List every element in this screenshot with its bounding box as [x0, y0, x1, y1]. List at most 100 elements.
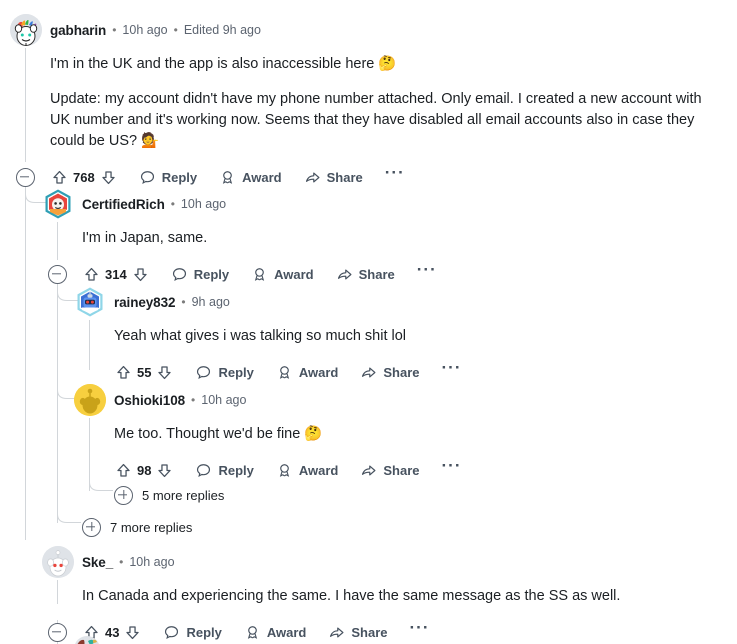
vote-group: 98	[115, 457, 173, 483]
award-label: Award	[274, 266, 314, 282]
collapse-thread-button[interactable]	[48, 264, 67, 284]
comment-paragraph: I'm in Japan, same.	[82, 230, 208, 246]
comment-timestamp: 10h ago	[180, 197, 227, 211]
more-replies-5[interactable]: 5 more replies	[114, 482, 224, 508]
more-replies-7[interactable]: 7 more replies	[82, 514, 192, 540]
share-arrow-icon	[328, 624, 345, 641]
comment-header: Ske_ • 10h ago	[42, 544, 725, 580]
comment-timestamp: 10h ago	[129, 555, 175, 569]
downvote-arrow-icon[interactable]	[100, 169, 117, 186]
thread-line-depth0-lower	[25, 177, 26, 540]
share-arrow-icon	[304, 169, 321, 186]
comment-timestamp: 10h ago	[201, 393, 247, 407]
reply-button[interactable]: Reply	[195, 457, 254, 483]
award-button[interactable]: Award	[276, 457, 338, 483]
comment-paragraph: Me too. Thought we'd be fine 🤔	[114, 426, 323, 442]
overflow-menu-icon[interactable]: ···	[417, 261, 437, 283]
comment-rainey832: rainey832 • 9h ago Yeah what gives i was…	[74, 284, 725, 387]
overflow-menu-icon[interactable]: ···	[385, 164, 405, 186]
reply-label: Reply	[186, 624, 222, 640]
award-label: Award	[266, 624, 307, 640]
upvote-arrow-icon[interactable]	[115, 364, 132, 381]
downvote-arrow-icon[interactable]	[156, 462, 173, 479]
comment-author[interactable]: Oshioki108	[114, 393, 185, 408]
avatar[interactable]	[10, 14, 42, 46]
downvote-arrow-icon[interactable]	[156, 364, 173, 381]
plus-circle-icon[interactable]	[114, 485, 133, 505]
comment-author[interactable]: Ske_	[82, 555, 113, 570]
thread-line-depth1	[57, 222, 58, 260]
thread-line-depth2-oshioki	[89, 418, 90, 491]
award-badge-icon	[244, 624, 261, 641]
avatar-rainey832	[74, 286, 106, 318]
award-badge-icon	[251, 266, 268, 283]
comment-ske: Ske_ • 10h ago In Canada and experiencin…	[42, 544, 725, 644]
comment-author[interactable]: CertifiedRich	[82, 197, 165, 212]
reply-button[interactable]: Reply	[163, 619, 222, 644]
thread-line-depth2-rainey	[89, 320, 90, 370]
reply-label: Reply	[218, 462, 254, 478]
award-label: Award	[242, 169, 282, 185]
more-replies-label: 5 more replies	[142, 487, 225, 503]
overflow-menu-icon[interactable]: ···	[442, 457, 462, 479]
comment-oshioki108: Oshioki108 • 10h ago Me too. Thought we'…	[74, 382, 725, 485]
comment-body: In Canada and experiencing the same. I h…	[82, 580, 702, 611]
comment-gabharin: gabharin • 10h ago • Edited 9h ago I'm i…	[10, 12, 725, 192]
share-label: Share	[326, 169, 363, 185]
award-badge-icon	[276, 364, 293, 381]
meta-separator: •	[181, 295, 186, 309]
overflow-menu-icon[interactable]: ···	[410, 619, 430, 641]
comment-timestamp: 10h ago	[122, 23, 168, 37]
meta-separator: •	[170, 197, 175, 211]
more-replies-label: 7 more replies	[110, 519, 193, 535]
meta-separator: •	[112, 23, 117, 37]
avatar-next-comment-partial[interactable]	[74, 636, 100, 644]
comment-author[interactable]: rainey832	[114, 295, 176, 310]
collapse-thread-button[interactable]	[48, 622, 67, 642]
comment-body: I'm in the UK and the app is also inacce…	[50, 48, 710, 156]
share-button[interactable]: Share	[328, 619, 388, 644]
vote-count: 768	[73, 169, 95, 185]
upvote-arrow-icon[interactable]	[83, 266, 100, 283]
avatar[interactable]	[74, 286, 106, 318]
upvote-arrow-icon[interactable]	[51, 169, 68, 186]
award-badge-icon	[219, 169, 236, 186]
collapse-thread-button[interactable]	[16, 167, 35, 187]
vote-count: 98	[137, 462, 152, 478]
thread-line-depth1-ske	[57, 580, 58, 604]
thread-curve-more-7	[57, 506, 81, 523]
avatar-ske	[42, 546, 74, 578]
share-label: Share	[383, 364, 420, 380]
meta-separator-2: •	[173, 23, 178, 37]
comment-paragraph: Yeah what gives i was talking so much sh…	[114, 328, 407, 344]
downvote-arrow-icon[interactable]	[124, 624, 141, 641]
avatar[interactable]	[42, 546, 74, 578]
share-label: Share	[383, 462, 420, 478]
avatar[interactable]	[42, 188, 74, 220]
comment-edited-label: Edited 9h ago	[183, 23, 261, 37]
reply-label: Reply	[161, 169, 198, 185]
meta-separator: •	[119, 555, 124, 569]
comment-paragraph: Update: my account didn't have my phone …	[50, 91, 702, 149]
avatar[interactable]	[74, 384, 106, 416]
comment-body: Yeah what gives i was talking so much sh…	[114, 320, 704, 351]
award-button[interactable]: Award	[244, 619, 307, 644]
avatar-oshioki108	[74, 384, 106, 416]
downvote-arrow-icon[interactable]	[132, 266, 149, 283]
upvote-arrow-icon[interactable]	[115, 462, 132, 479]
comment-timestamp: 9h ago	[191, 295, 230, 309]
comment-header: rainey832 • 9h ago	[74, 284, 725, 320]
comment-author[interactable]: gabharin	[50, 23, 106, 38]
share-label: Share	[351, 624, 388, 640]
vote-count: 314	[105, 266, 127, 282]
share-arrow-icon	[336, 266, 353, 283]
comment-certifiedrich: CertifiedRich • 10h ago I'm in Japan, sa…	[42, 186, 725, 289]
overflow-menu-icon[interactable]: ···	[442, 359, 462, 381]
comment-actions: 98 Reply Award Share ···	[115, 455, 725, 485]
comment-actions: 43 Reply Award Share ···	[48, 617, 725, 644]
share-button[interactable]: Share	[360, 457, 420, 483]
share-arrow-icon	[360, 462, 377, 479]
plus-circle-icon[interactable]	[82, 517, 101, 537]
comment-thread-page: gabharin • 10h ago • Edited 9h ago I'm i…	[0, 0, 737, 644]
reply-label: Reply	[193, 266, 230, 282]
